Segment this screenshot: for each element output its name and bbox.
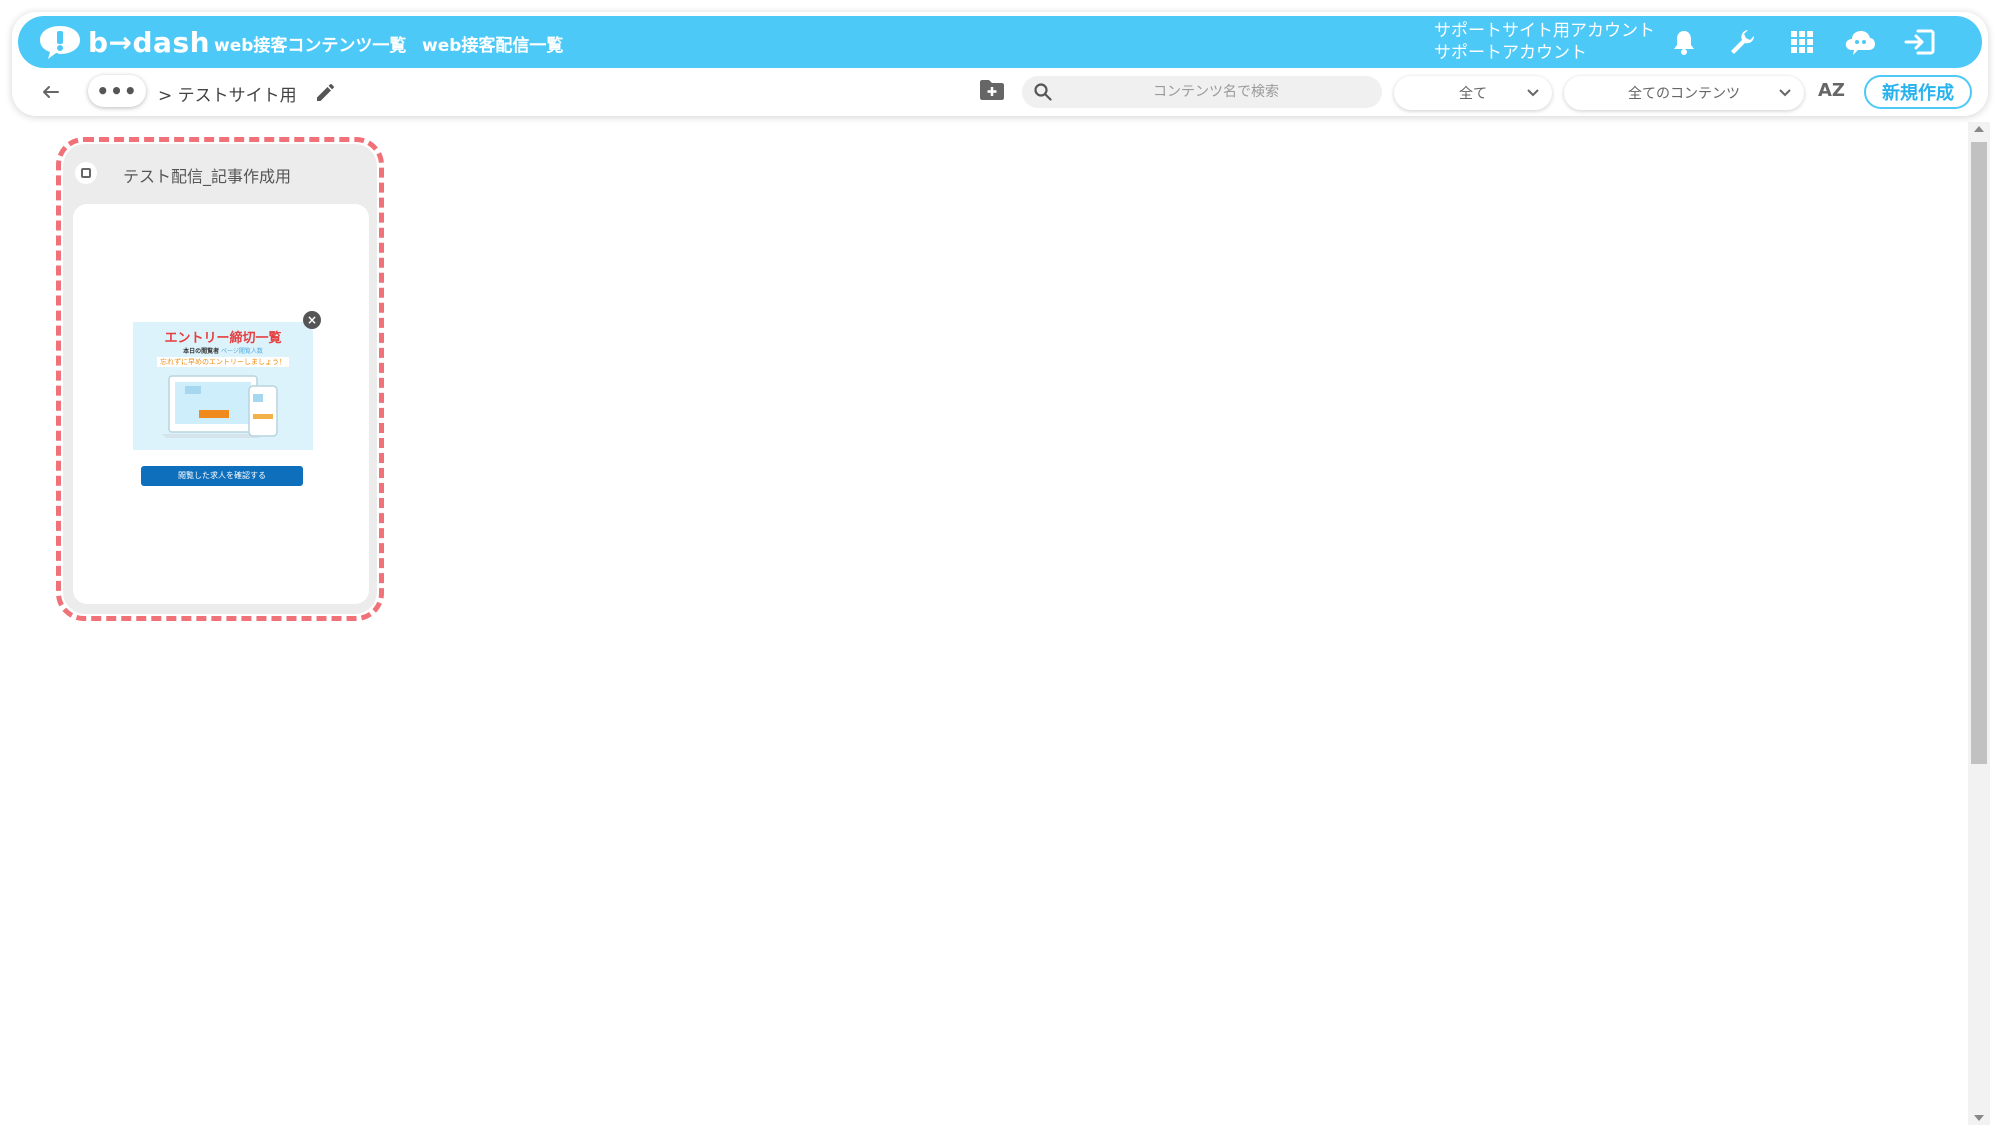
content-type-select[interactable]: 全てのコンテンツ bbox=[1564, 76, 1804, 110]
toolbar: ••• > テストサイト用 全て 全てのコンテンツ AZ 新規作成 bbox=[18, 72, 1982, 112]
logout-icon[interactable] bbox=[1904, 26, 1936, 58]
logo-bubble-icon bbox=[40, 26, 80, 59]
nav-web-content-list[interactable]: web接客コンテンツ一覧 bbox=[214, 31, 406, 56]
vertical-scrollbar[interactable] bbox=[1968, 122, 1990, 1125]
preview-message: 忘れずに早めのエントリーしましょう！ bbox=[157, 357, 289, 367]
bell-icon[interactable] bbox=[1668, 26, 1700, 58]
content-card[interactable]: テスト配信_記事作成用 エントリー締切一覧 本日の閲覧者 ページ閲覧人数 忘れず… bbox=[63, 144, 377, 614]
content-type-value: 全てのコンテンツ bbox=[1628, 86, 1740, 102]
devices-illustration bbox=[161, 375, 278, 438]
search-icon bbox=[1034, 83, 1052, 101]
card-preview-area[interactable]: エントリー締切一覧 本日の閲覧者 ページ閲覧人数 忘れずに早めのエントリーしまし… bbox=[73, 204, 369, 604]
scroll-thumb[interactable] bbox=[1971, 142, 1987, 764]
preview-headline: エントリー締切一覧 bbox=[164, 331, 282, 346]
breadcrumb-current[interactable]: > テストサイト用 bbox=[158, 81, 297, 106]
pencil-edit-icon[interactable] bbox=[314, 80, 340, 106]
top-header: b→dash web接客コンテンツ一覧 web接客配信一覧 サポートサイト用アカ… bbox=[18, 16, 1982, 68]
brand-logo[interactable]: b→dash bbox=[38, 22, 210, 62]
scroll-down-arrow-icon[interactable] bbox=[1974, 1115, 1984, 1121]
breadcrumb-more-button[interactable]: ••• bbox=[88, 75, 146, 107]
cloud-chat-icon[interactable] bbox=[1844, 26, 1876, 58]
nav-web-delivery-list[interactable]: web接客配信一覧 bbox=[422, 31, 563, 56]
new-folder-icon[interactable] bbox=[978, 78, 1008, 106]
search-input[interactable] bbox=[1066, 76, 1366, 108]
status-filter-value: 全て bbox=[1459, 86, 1487, 102]
account-info[interactable]: サポートサイト用アカウント サポートアカウント bbox=[1434, 20, 1655, 64]
create-new-button[interactable]: 新規作成 bbox=[1864, 75, 1972, 109]
sort-az-button[interactable]: AZ bbox=[1818, 80, 1845, 101]
account-role: サポートアカウント bbox=[1434, 43, 1587, 63]
chevron-down-icon bbox=[1527, 89, 1539, 97]
card-title: テスト配信_記事作成用 bbox=[123, 167, 292, 186]
scroll-up-arrow-icon[interactable] bbox=[1974, 126, 1984, 132]
chevron-down-icon bbox=[1779, 89, 1791, 97]
preview-cta-button: 閲覧した求人を確認する bbox=[141, 466, 303, 486]
wrench-icon[interactable] bbox=[1726, 26, 1758, 58]
card-checkbox[interactable] bbox=[75, 162, 97, 184]
account-name: サポートサイト用アカウント bbox=[1434, 21, 1655, 41]
preview-close-icon[interactable]: × bbox=[303, 311, 321, 329]
popup-preview-banner: エントリー締切一覧 本日の閲覧者 ページ閲覧人数 忘れずに早めのエントリーしまし… bbox=[133, 322, 313, 450]
brand-name: b→dash bbox=[88, 25, 211, 59]
status-filter-select[interactable]: 全て bbox=[1394, 76, 1552, 110]
back-arrow-icon[interactable] bbox=[36, 78, 66, 106]
search-box bbox=[1022, 76, 1382, 108]
preview-subline: 本日の閲覧者 ページ閲覧人数 bbox=[183, 348, 263, 355]
apps-grid-icon[interactable] bbox=[1786, 26, 1818, 58]
